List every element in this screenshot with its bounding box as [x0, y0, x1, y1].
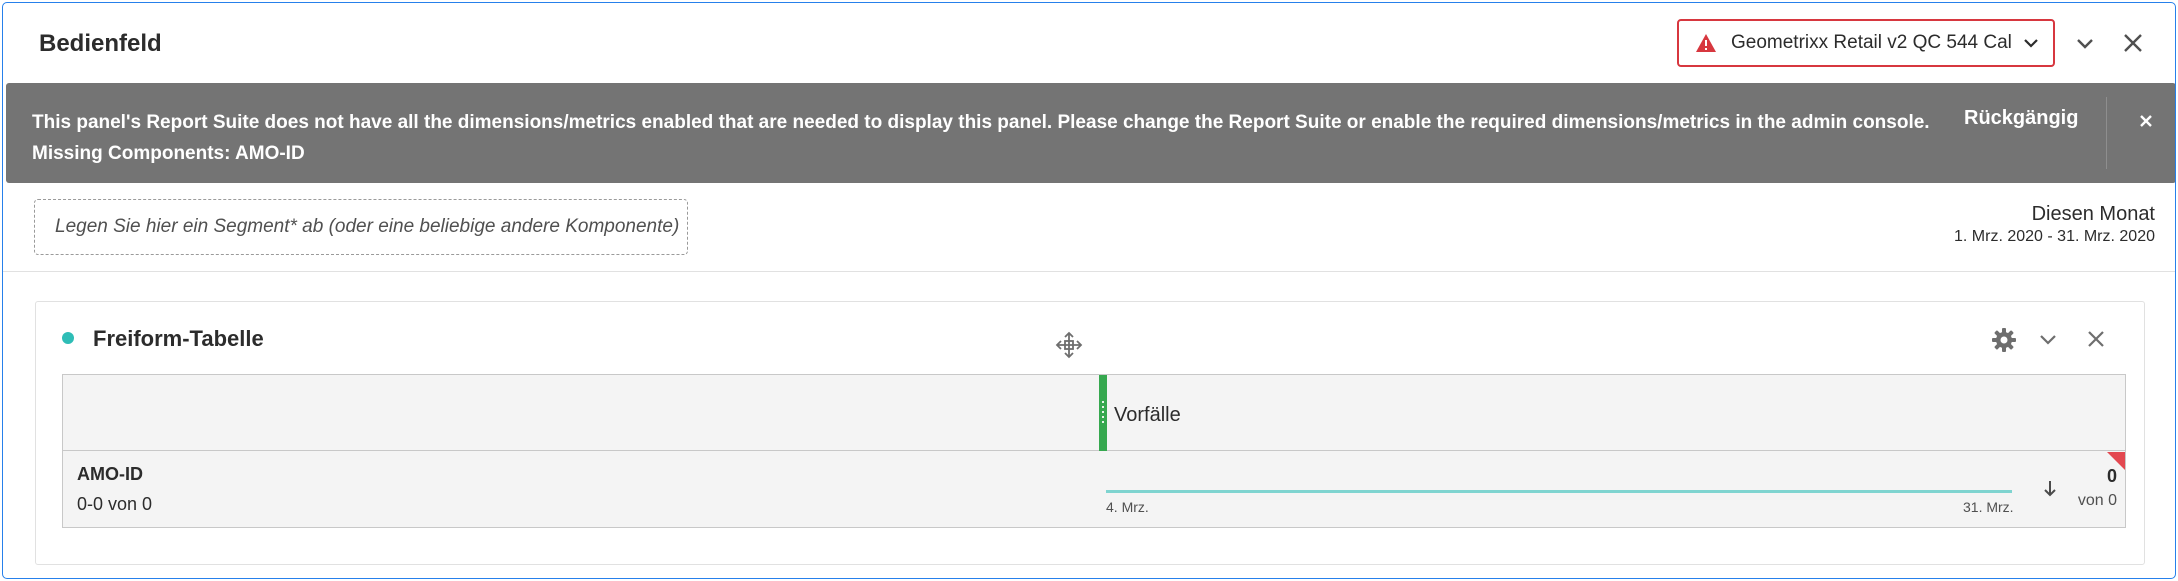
- date-range-value[interactable]: 1. Mrz. 2020 - 31. Mrz. 2020: [1954, 228, 2155, 246]
- close-alert-button[interactable]: [2134, 109, 2158, 133]
- metric-total-of: von 0: [2077, 492, 2117, 509]
- alert-triangle-icon: [1696, 34, 1716, 52]
- panel-title: Bedienfeld: [39, 30, 162, 57]
- alert-message: This panel's Report Suite does not have …: [32, 107, 1932, 169]
- alert-message-line2: Missing Components: AMO-ID: [32, 143, 305, 164]
- freeform-title[interactable]: Freiform-Tabelle: [93, 326, 264, 352]
- column-resize-handle[interactable]: [1099, 375, 1107, 451]
- freeform-table-card: Freiform-Tabelle Vorfälle AMO-ID 0-0 von…: [35, 301, 2145, 565]
- report-suite-label: Geometrixx Retail v2 QC 544 Cal: [1731, 32, 2012, 53]
- report-suite-picker[interactable]: Geometrixx Retail v2 QC 544 Cal: [1677, 19, 2055, 67]
- freeform-table: Vorfälle AMO-ID 0-0 von 0 4. Mrz. 31. Mr…: [62, 374, 2126, 528]
- anomaly-flag-icon: [2107, 452, 2125, 470]
- sparkline: [1106, 490, 2012, 493]
- visualization-color-dot: [62, 332, 74, 344]
- metric-column-header[interactable]: Vorfälle: [1114, 404, 1181, 427]
- section-divider: [3, 271, 2175, 272]
- arrow-down-icon[interactable]: [2041, 478, 2059, 500]
- date-range-title[interactable]: Diesen Monat: [2032, 203, 2155, 226]
- panel-header: Bedienfeld Geometrixx Retail v2 QC 544 C…: [3, 3, 2175, 83]
- alert-divider: [2106, 97, 2107, 169]
- undo-button[interactable]: Rückgängig: [1964, 107, 2078, 130]
- close-panel-button[interactable]: [2121, 31, 2145, 55]
- collapse-panel-button[interactable]: [2073, 32, 2097, 56]
- move-icon[interactable]: [1054, 330, 1084, 360]
- dimension-item-count: 0-0 von 0: [77, 494, 153, 514]
- table-header: Vorfälle: [63, 375, 2125, 451]
- grip-icon: [1102, 401, 1104, 425]
- dimension-name[interactable]: AMO-ID: [77, 464, 143, 485]
- segment-drop-zone[interactable]: Legen Sie hier ein Segment* ab (oder ein…: [34, 199, 688, 255]
- sparkline-start-label: 4. Mrz.: [1106, 499, 1149, 515]
- collapse-visualization-button[interactable]: [2036, 328, 2060, 352]
- alert-message-line1: This panel's Report Suite does not have …: [32, 112, 1930, 133]
- gear-icon[interactable]: [1990, 326, 2018, 354]
- missing-components-alert: This panel's Report Suite does not have …: [6, 83, 2175, 183]
- sparkline-end-label: 31. Mrz.: [1963, 499, 2014, 515]
- close-visualization-button[interactable]: [2084, 327, 2108, 351]
- analysis-panel: Bedienfeld Geometrixx Retail v2 QC 544 C…: [2, 2, 2176, 579]
- chevron-down-icon: [2024, 39, 2038, 48]
- table-row: AMO-ID 0-0 von 0 4. Mrz. 31. Mrz. 0 von …: [63, 452, 2125, 528]
